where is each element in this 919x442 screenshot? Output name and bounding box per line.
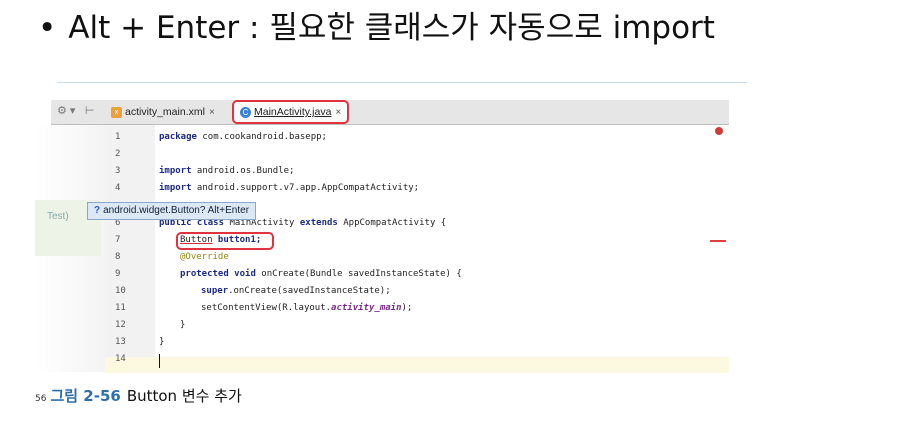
line-number: 1 (115, 132, 121, 142)
tab-activity-main-xml[interactable]: x activity_main.xml × (111, 102, 215, 122)
code-line-setcontentview: setContentView(R.layout.activity_main); (201, 303, 413, 313)
error-stripe-marker[interactable] (710, 240, 726, 242)
class-icon: C (240, 106, 251, 118)
line-number: 13 (115, 337, 126, 347)
tab-label: activity_main.xml (125, 106, 205, 118)
line-number: 12 (115, 320, 126, 330)
tab-main-activity-java[interactable]: C MainActivity.java × (232, 100, 350, 124)
line-number: 9 (115, 269, 121, 279)
code-line-package: package com.cookandroid.basepp; (159, 132, 327, 142)
page-number: 56 (35, 394, 47, 404)
code-line-override: @Override (180, 252, 229, 262)
button-field-highlight (176, 232, 274, 250)
code-line-import-bundle: import android.os.Bundle; (159, 166, 295, 176)
code-line-super-oncreate: super.onCreate(savedInstanceState); (201, 286, 391, 296)
line-number: 4 (115, 183, 121, 193)
import-hint-popup[interactable]: ? android.widget.Button? Alt+Enter (87, 202, 257, 220)
xml-file-icon: x (111, 106, 122, 118)
ide-screenshot-figure: ⚙▾ ⊢ x activity_main.xml × C MainActivity.j… (35, 82, 747, 373)
line-number: 14 (115, 354, 126, 364)
question-icon: ? (94, 205, 101, 216)
current-line-highlight (105, 357, 729, 373)
line-number: 3 (115, 166, 121, 176)
caption-text: Button 변수 추가 (126, 387, 242, 405)
popup-text: android.widget.Button? Alt+Enter (103, 205, 250, 216)
close-icon[interactable]: × (209, 107, 215, 118)
figure-label: 그림 2-56 (50, 387, 121, 405)
figure-caption: 56 그림 2-56 Button 변수 추가 (35, 385, 242, 407)
text-cursor (159, 354, 160, 368)
close-icon[interactable]: × (335, 107, 341, 118)
error-indicator-icon[interactable] (715, 127, 723, 135)
settings-icon[interactable]: ⚙▾ ⊢ (57, 104, 97, 117)
code-line-close-method: } (180, 320, 186, 330)
slide-heading: • Alt + Enter : 필요한 클래스가 자동으로 import (38, 4, 715, 52)
code-line-close-class: } (159, 337, 165, 347)
line-number: 8 (115, 252, 121, 262)
code-line-import-appcompat: import android.support.v7.app.AppCompatA… (159, 183, 420, 193)
bullet-dot: • (38, 10, 57, 46)
line-number: 7 (115, 235, 121, 245)
editor-tab-bar: ⚙▾ ⊢ x activity_main.xml × C MainActivity.j… (51, 100, 729, 125)
test-label: Test) (47, 211, 69, 222)
heading-text: Alt + Enter : 필요한 클래스가 자동으로 import (68, 10, 715, 46)
figure-divider (57, 82, 747, 83)
code-line-oncreate: protected void onCreate(Bundle savedInst… (180, 269, 462, 279)
tab-label: MainActivity.java (254, 106, 332, 118)
line-number: 11 (115, 303, 126, 313)
line-number: 10 (115, 286, 126, 296)
line-number: 2 (115, 149, 121, 159)
